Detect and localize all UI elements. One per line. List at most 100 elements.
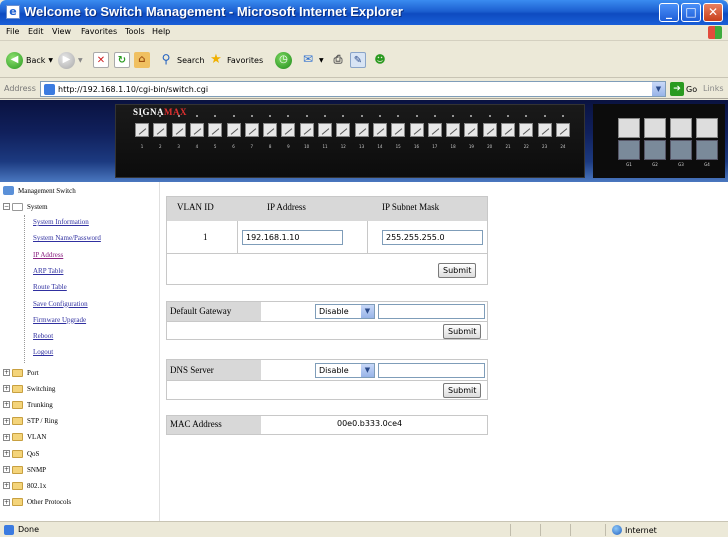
go-button[interactable]: ➔ Go <box>670 82 697 96</box>
close-button[interactable]: ✕ <box>703 3 723 22</box>
chevron-down-icon[interactable]: ▼ <box>652 82 665 96</box>
nav-link-ip-address[interactable]: IP Address <box>33 251 63 265</box>
maximize-button[interactable]: □ <box>681 3 701 22</box>
nav-link-system-name-password[interactable]: System Name/Password <box>33 234 101 248</box>
mail-button[interactable]: ✉ ▼ <box>300 51 324 69</box>
port-led <box>232 115 235 117</box>
port-number: 23 <box>542 144 548 149</box>
nav-system[interactable]: − System <box>3 200 48 213</box>
expand-icon[interactable]: + <box>3 433 10 441</box>
nav-link-firmware-upgrade[interactable]: Firmware Upgrade <box>33 316 86 330</box>
expand-icon[interactable]: + <box>3 482 10 490</box>
edit-button[interactable]: ✎ <box>350 51 366 69</box>
divider <box>570 524 571 536</box>
dns-input[interactable] <box>378 363 485 378</box>
home-button[interactable]: ⌂ <box>134 51 150 69</box>
port-led <box>488 115 491 117</box>
nav-link-logout[interactable]: Logout <box>33 348 53 362</box>
main-panel: VLAN ID IP Address IP Subnet Mask 1 192.… <box>166 182 728 521</box>
forward-button[interactable]: ▶ ▼ <box>58 51 83 69</box>
port-number: 2 <box>159 144 162 149</box>
go-label: Go <box>686 84 698 94</box>
expand-icon[interactable]: + <box>3 466 10 474</box>
nav-link-route-table[interactable]: Route Table <box>33 283 67 297</box>
nav-link-reboot[interactable]: Reboot <box>33 332 53 346</box>
page-icon <box>44 84 55 95</box>
address-input[interactable]: http://192.168.1.10/cgi-bin/switch.cgi ▼ <box>40 81 666 97</box>
vlan-id-header: VLAN ID <box>177 202 214 212</box>
ip-address-input[interactable]: 192.168.1.10 <box>242 230 343 245</box>
back-button[interactable]: ◀ Back ▼ <box>6 51 53 69</box>
gateway-mode-select[interactable]: Disable ▼ <box>315 304 375 319</box>
favorites-label: Favorites <box>227 55 264 65</box>
menu-tools[interactable]: Tools <box>125 27 145 36</box>
nav-folder-port[interactable]: + Port <box>3 366 39 379</box>
uplink-port <box>644 118 666 138</box>
history-button[interactable]: ◷ <box>275 51 292 69</box>
refresh-button[interactable]: ↻ <box>114 51 130 69</box>
menu-edit[interactable]: Edit <box>28 27 44 36</box>
favorites-button[interactable]: ★ Favorites <box>208 51 263 69</box>
switch-port <box>171 123 186 137</box>
expand-icon[interactable]: + <box>3 401 10 409</box>
subnet-mask-input[interactable]: 255.255.255.0 <box>382 230 483 245</box>
expand-icon[interactable]: + <box>3 369 10 376</box>
messenger-icon: ☻ <box>374 53 386 66</box>
nav-folder-snmp[interactable]: + SNMP <box>3 463 46 476</box>
mac-label: MAC Address <box>170 419 222 429</box>
expand-icon[interactable]: + <box>3 417 10 425</box>
nav-folder-vlan[interactable]: + VLAN <box>3 431 46 444</box>
navigation-tree: Management Switch − System System Inform… <box>0 182 160 521</box>
status-text: Done <box>18 525 40 534</box>
folder-icon <box>12 433 23 442</box>
gateway-input[interactable] <box>378 304 485 319</box>
nav-folder-qos[interactable]: + QoS <box>3 447 39 460</box>
tree-line <box>24 215 25 363</box>
nav-folder-trunking[interactable]: + Trunking <box>3 398 53 411</box>
expand-icon[interactable]: + <box>3 498 10 506</box>
nav-folder-802-1x[interactable]: +802.1x <box>3 479 46 492</box>
nav-link-system-information[interactable]: System Information <box>33 218 89 232</box>
menu-file[interactable]: File <box>6 27 19 36</box>
nav-link-save-configuration[interactable]: Save Configuration <box>33 300 88 314</box>
windows-flag-icon <box>708 26 722 39</box>
page-content: Management Switch − System System Inform… <box>0 182 728 521</box>
uplink-label: G4 <box>704 162 710 167</box>
dns-mode-select[interactable]: Disable ▼ <box>315 363 375 378</box>
dns-label: DNS Server <box>170 365 214 375</box>
switch-port <box>189 123 204 137</box>
nav-folder-other-protocols[interactable]: + Other Protocols <box>3 496 71 509</box>
ip-submit-button[interactable]: Submit <box>438 263 477 278</box>
port-number: 7 <box>250 144 254 149</box>
divider <box>167 253 487 254</box>
menu-view[interactable]: View <box>52 27 71 36</box>
links-button[interactable]: Links <box>703 84 724 93</box>
globe-icon <box>612 525 622 535</box>
status-bar: Done Internet <box>0 521 728 537</box>
chevron-down-icon: ▼ <box>48 56 54 64</box>
menu-help[interactable]: Help <box>152 27 170 36</box>
minimize-button[interactable]: _ <box>659 3 679 22</box>
expand-icon[interactable]: + <box>3 385 10 393</box>
print-button[interactable]: ⎙ <box>330 51 346 69</box>
dns-submit-button[interactable]: Submit <box>443 383 482 398</box>
expand-icon[interactable]: + <box>3 450 10 457</box>
divider <box>167 380 487 381</box>
messenger-button[interactable]: ☻ <box>372 51 388 69</box>
port-number: 20 <box>487 144 493 149</box>
nav-folder-stp-ring[interactable]: + STP / Ring <box>3 415 58 428</box>
uplink-port <box>618 118 640 138</box>
menu-favorites[interactable]: Favorites <box>81 27 117 36</box>
nav-root[interactable]: Management Switch <box>3 184 76 197</box>
nav-link-arp-table[interactable]: ARP Table <box>33 267 63 281</box>
collapse-icon[interactable]: − <box>3 203 10 210</box>
switch-port <box>263 123 278 137</box>
port-led <box>507 115 509 117</box>
stop-button[interactable]: ✕ <box>93 51 109 69</box>
nav-folder-switching[interactable]: + Switching <box>3 382 55 395</box>
port-led <box>305 115 308 117</box>
gateway-submit-button[interactable]: Submit <box>443 324 482 339</box>
subnet-mask-header: IP Subnet Mask <box>382 202 440 212</box>
port-number: 1 <box>140 144 144 149</box>
search-button[interactable]: ⚲ Search <box>158 51 205 69</box>
